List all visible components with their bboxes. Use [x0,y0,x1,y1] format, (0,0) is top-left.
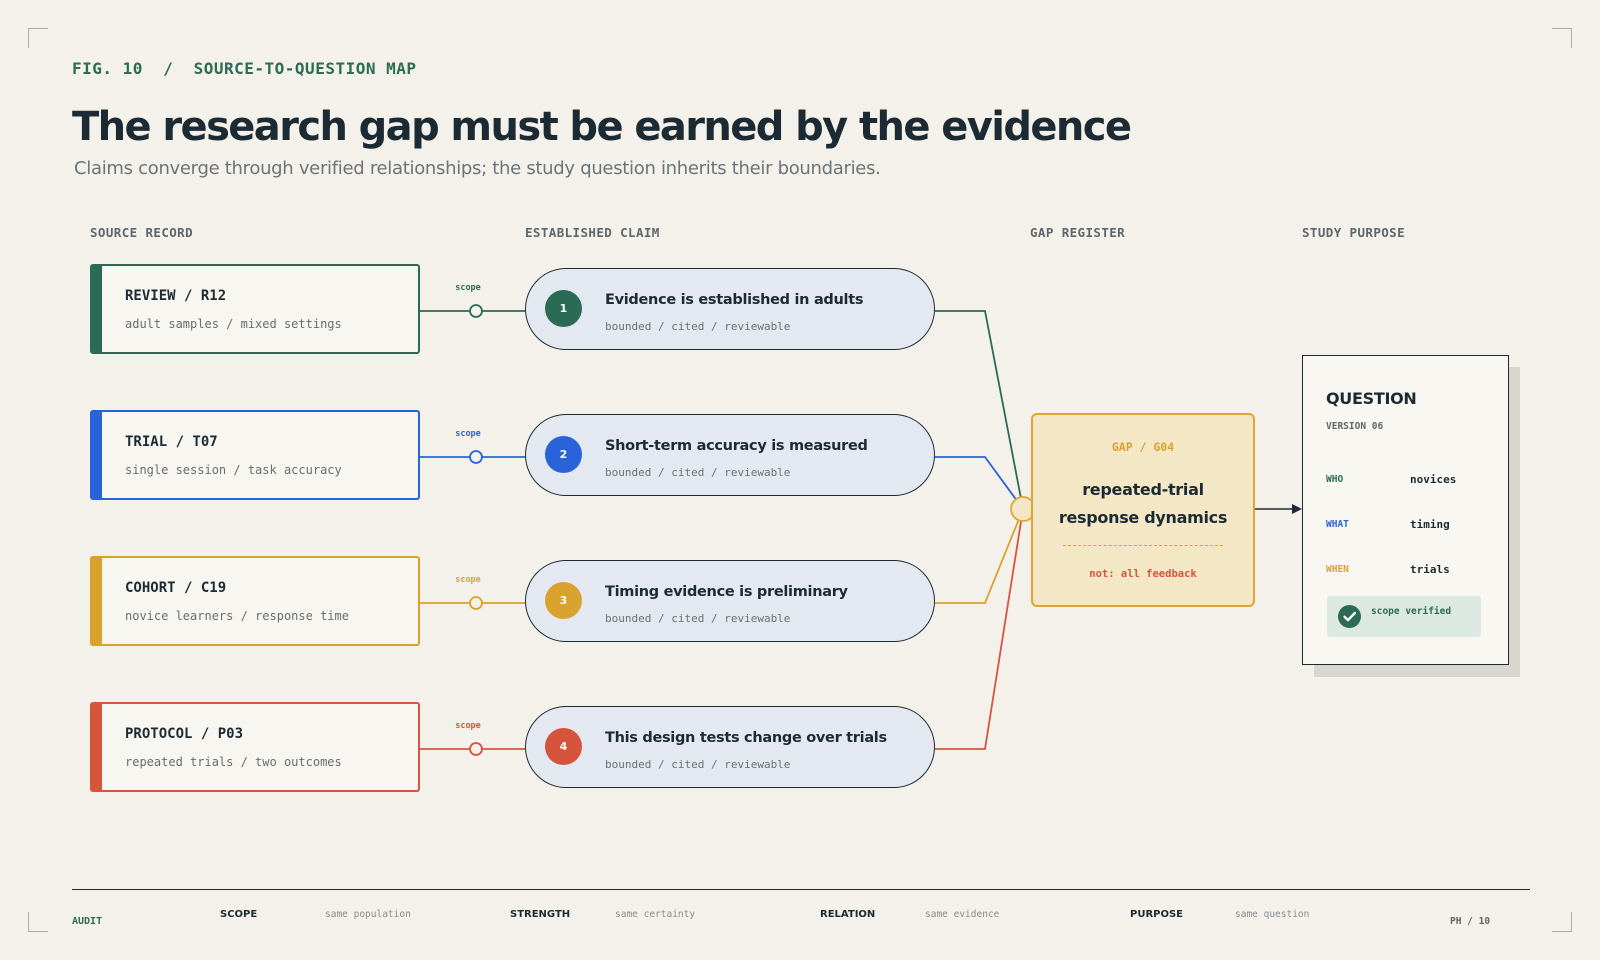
source-detail: single session / task accuracy [125,463,342,477]
source-name: REVIEW / R12 [125,288,227,304]
footer-page-number: PH / 10 [1450,916,1491,927]
question-row-key: WHEN [1326,564,1349,575]
scope-node [469,742,483,756]
source-detail: adult samples / mixed settings [125,317,342,331]
scope-tag-1: scope [455,283,481,293]
scope-node [469,304,483,318]
scope-node [469,450,483,464]
footer-audit-label: AUDIT [72,916,103,927]
gap-register-card[interactable]: GAP / G04 repeated-trial response dynami… [1031,413,1255,607]
footer-key-relation: RELATION [820,909,876,920]
source-name: PROTOCOL / P03 [125,726,244,742]
claim-meta: bounded / cited / reviewable [605,466,791,479]
claim-number-badge: 4 [545,728,582,765]
source-name: TRIAL / T07 [125,434,218,450]
question-title: QUESTION [1326,389,1417,408]
claim-text: Short-term accuracy is measured [605,438,868,454]
question-row-value: trials [1410,563,1450,576]
source-record-cohort[interactable]: COHORT / C19 novice learners / response … [90,556,420,646]
footer-value-scope: same population [325,909,411,920]
claim-number-badge: 3 [545,582,582,619]
claim-text: Timing evidence is preliminary [605,584,848,600]
footer-value-relation: same evidence [925,909,1000,920]
claim-meta: bounded / cited / reviewable [605,758,791,771]
gap-title-line-1: repeated-trial [1082,480,1204,499]
scope-verified-text: scope verified [1371,606,1452,617]
scope-tag-3: scope [455,575,481,585]
gap-title: repeated-trial response dynamics [1033,476,1253,532]
source-detail: repeated trials / two outcomes [125,755,342,769]
claim-text: This design tests change over trials [605,730,887,746]
claim-pill-2[interactable]: 2 Short-term accuracy is measured bounde… [525,414,935,496]
claim-to-gap-link [935,456,1024,510]
claim-pill-4[interactable]: 4 This design tests change over trials b… [525,706,935,788]
question-row-value: timing [1410,518,1450,531]
question-row-value: novices [1410,473,1457,486]
source-record-protocol[interactable]: PROTOCOL / P03 repeated trials / two out… [90,702,420,792]
claim-to-gap-link [935,508,1024,750]
check-icon [1338,605,1361,628]
footer-divider [72,889,1530,890]
scope-tag-4: scope [455,721,481,731]
claim-meta: bounded / cited / reviewable [605,612,791,625]
footer-key-scope: SCOPE [220,909,258,920]
gap-note: not: all feedback [1089,568,1197,580]
claim-pill-1[interactable]: 1 Evidence is established in adults boun… [525,268,935,350]
footer-key-strength: STRENGTH [510,909,571,920]
question-version: VERSION 06 [1326,421,1384,432]
footer-value-purpose: same question [1235,909,1310,920]
gap-to-question-arrowhead [1292,504,1302,514]
claim-pill-3[interactable]: 3 Timing evidence is preliminary bounded… [525,560,935,642]
source-record-trial[interactable]: TRIAL / T07 single session / task accura… [90,410,420,500]
claim-number-badge: 2 [545,436,582,473]
source-detail: novice learners / response time [125,609,349,623]
gap-divider [1063,545,1223,546]
claim-text: Evidence is established in adults [605,292,864,308]
footer-key-purpose: PURPOSE [1130,909,1184,920]
source-record-review[interactable]: REVIEW / R12 adult samples / mixed setti… [90,264,420,354]
gap-id: GAP / G04 [1111,440,1175,454]
scope-tag-2: scope [455,429,481,439]
question-row-key: WHAT [1326,519,1349,530]
claim-number-badge: 1 [545,290,582,327]
gap-title-line-2: response dynamics [1058,508,1228,527]
footer-value-strength: same certainty [615,909,696,920]
claim-meta: bounded / cited / reviewable [605,320,791,333]
claim-to-gap-link [935,310,1024,510]
scope-verified-badge: scope verified [1327,596,1481,637]
question-row-key: WHO [1326,474,1344,485]
source-name: COHORT / C19 [125,580,227,596]
question-card[interactable]: QUESTION VERSION 06 WHO novices WHAT tim… [1302,355,1509,665]
scope-node [469,596,483,610]
